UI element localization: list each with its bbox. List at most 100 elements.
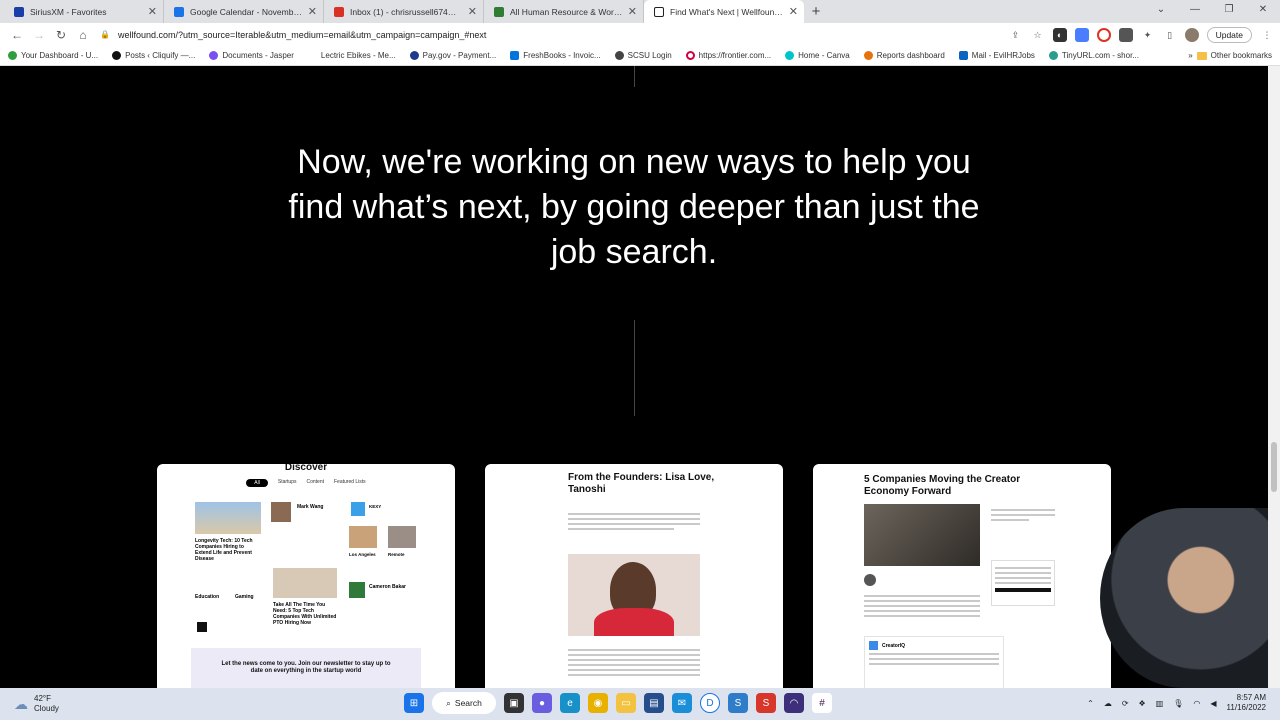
tab-featured-lists[interactable]: Featured Lists xyxy=(334,479,366,487)
tab-google-calendar[interactable]: Google Calendar - November 20 ✕ xyxy=(164,0,324,23)
bookmark-item[interactable]: Home - Canva xyxy=(785,51,850,60)
audio-app-icon[interactable]: ◠ xyxy=(784,693,804,713)
close-icon[interactable]: ✕ xyxy=(308,5,317,18)
back-arrow-icon[interactable]: ← xyxy=(6,28,28,42)
article-image xyxy=(195,502,261,534)
location-image xyxy=(349,526,377,548)
network-app-icon[interactable]: ⟳ xyxy=(1122,699,1129,708)
scrollbar-thumb[interactable] xyxy=(1271,442,1277,492)
bookmark-item[interactable]: TinyURL.com - shor... xyxy=(1048,51,1139,60)
extension-icon[interactable] xyxy=(1096,27,1111,42)
share-icon[interactable]: ⇪ xyxy=(1009,28,1023,42)
microphone-icon[interactable]: 🎙 xyxy=(1173,699,1183,708)
bookmark-item[interactable]: Lectric Ebikes - Me... xyxy=(307,51,396,60)
snagit-editor-icon[interactable]: S xyxy=(756,693,776,713)
article-title[interactable]: Take All The Time You Need: 5 Top Tech C… xyxy=(273,602,339,626)
extension-icon[interactable] xyxy=(1118,27,1133,42)
bookmark-favicon-icon xyxy=(1048,51,1058,60)
tab-siriusxm[interactable]: SiriusXM - Favorites ✕ xyxy=(4,0,164,23)
bookmark-item[interactable]: Documents - Jasper xyxy=(209,51,294,60)
tab-gmail[interactable]: Inbox (1) - chrisrussell674@gmail ✕ xyxy=(324,0,484,23)
chevron-down-icon[interactable]: ⌄ xyxy=(1144,0,1178,20)
article-text-lines xyxy=(568,646,700,679)
reload-icon[interactable]: ↻ xyxy=(50,28,72,42)
temperature: 42°F xyxy=(34,694,51,703)
wifi-icon[interactable]: ◠ xyxy=(1193,699,1200,708)
close-window-icon[interactable]: ✕ xyxy=(1246,0,1280,20)
bookmark-item[interactable]: SCSU Login xyxy=(614,51,672,60)
close-icon[interactable]: ✕ xyxy=(789,5,798,18)
close-icon[interactable]: ✕ xyxy=(628,5,637,18)
article-title[interactable]: Longevity Tech: 10 Tech Companies Hiring… xyxy=(195,538,261,562)
cloud-sync-icon[interactable]: ☁ xyxy=(1104,699,1112,708)
bookmark-item[interactable]: https://frontier.com... xyxy=(685,51,771,60)
bookmark-item[interactable]: Mail - EvilHRJobs xyxy=(958,51,1035,60)
sidepanel-icon[interactable]: ▯ xyxy=(1163,28,1177,42)
task-view-icon[interactable]: ▣ xyxy=(504,693,524,713)
store-icon[interactable]: ▤ xyxy=(644,693,664,713)
puzzle-icon[interactable]: ✦ xyxy=(1141,28,1155,42)
location-label: Remote xyxy=(388,552,405,557)
company-logo-icon xyxy=(197,622,207,632)
slack-icon[interactable]: # xyxy=(812,693,832,713)
home-icon[interactable]: ⌂ xyxy=(72,28,94,42)
dell-icon[interactable]: D xyxy=(700,693,720,713)
page-scrollbar[interactable] xyxy=(1268,66,1280,688)
bookmark-item[interactable]: Reports dashboard xyxy=(863,51,945,60)
tab-content[interactable]: Content xyxy=(306,479,324,487)
dropbox-icon[interactable]: ❖ xyxy=(1139,699,1146,708)
category-education[interactable]: Education xyxy=(195,594,219,600)
bookmark-item[interactable]: FreshBooks - Invoic... xyxy=(510,51,601,60)
article-image xyxy=(864,504,980,566)
chrome-icon[interactable]: ◉ xyxy=(588,693,608,713)
page-content: Now, we're working on new ways to help y… xyxy=(0,66,1268,688)
clock[interactable]: 8:57 AM 11/16/2022 xyxy=(1227,693,1266,713)
chevron-up-icon[interactable]: ⌃ xyxy=(1087,699,1094,708)
company-listing[interactable]: CreatorIQ xyxy=(864,636,1004,688)
volume-icon[interactable]: ◀ xyxy=(1210,699,1216,708)
file-explorer-icon[interactable]: ▭ xyxy=(616,693,636,713)
avatar[interactable] xyxy=(1184,27,1199,42)
bookmark-item[interactable]: Pay.gov - Payment... xyxy=(409,51,496,60)
address-bar: ← → ↻ ⌂ 🔒 wellfound.com/?utm_source=Iter… xyxy=(0,23,1280,46)
edge-icon[interactable]: e xyxy=(560,693,580,713)
windows-start-icon[interactable]: ⊞ xyxy=(404,693,424,713)
taskbar-search-button[interactable]: ⌕ Search xyxy=(432,692,496,714)
windows-taskbar: ☁ 42°F Cloudy ⊞ ⌕ Search ▣ ● e ◉ ▭ ▤ ✉ D… xyxy=(0,688,1280,720)
update-button[interactable]: Update xyxy=(1206,26,1252,43)
article-text-lines xyxy=(568,510,700,533)
close-icon[interactable]: ✕ xyxy=(148,5,157,18)
card-title: Discover xyxy=(284,464,328,473)
url-field[interactable]: 🔒 wellfound.com/?utm_source=Iterable&utm… xyxy=(100,30,486,40)
tab-startups[interactable]: Startups xyxy=(278,479,297,487)
extension-icon[interactable] xyxy=(1074,27,1089,42)
creatoriq-logo-icon xyxy=(869,641,878,650)
other-bookmarks[interactable]: » Other bookmarks xyxy=(1188,51,1272,60)
tab-all[interactable]: All xyxy=(246,479,268,487)
tab-wellfound[interactable]: Find What's Next | Wellfound (fo ✕ xyxy=(644,0,804,23)
weather-widget[interactable]: ☁ 42°F Cloudy xyxy=(14,694,59,714)
founders-article-card[interactable]: From the Founders: Lisa Love, Tanoshi xyxy=(485,464,783,688)
close-icon[interactable]: ✕ xyxy=(468,5,477,18)
security-icon[interactable]: ▥ xyxy=(1156,699,1164,708)
bookmark-item[interactable]: Your Dashboard - U... xyxy=(8,51,98,60)
creator-economy-card[interactable]: 5 Companies Moving the Creator Economy F… xyxy=(813,464,1111,688)
minimize-icon[interactable]: — xyxy=(1178,0,1212,20)
bookmark-favicon-icon xyxy=(510,51,520,60)
location-image xyxy=(388,526,416,548)
tab-title: Inbox (1) - chrisrussell674@gmail xyxy=(350,6,463,17)
discover-card[interactable]: Discover All Startups Content Featured L… xyxy=(157,464,455,688)
chat-icon[interactable]: ● xyxy=(532,693,552,713)
category-gaming[interactable]: Gaming xyxy=(235,594,254,600)
restore-icon[interactable]: ❐ xyxy=(1212,0,1246,20)
mail-icon[interactable]: ✉ xyxy=(672,693,692,713)
bookmark-item[interactable]: Posts ‹ Cliquify —... xyxy=(112,51,195,60)
extension-icon[interactable]: ◐ xyxy=(1052,27,1067,42)
forward-arrow-icon[interactable]: → xyxy=(28,28,50,42)
snagit-icon[interactable]: S xyxy=(728,693,748,713)
divider-line xyxy=(634,320,635,416)
tab-hr-workforce[interactable]: All Human Resource & Workforce ✕ xyxy=(484,0,644,23)
menu-icon[interactable]: ⋮ xyxy=(1260,28,1274,42)
star-icon[interactable]: ☆ xyxy=(1031,28,1045,42)
new-tab-button[interactable]: + xyxy=(804,0,828,23)
